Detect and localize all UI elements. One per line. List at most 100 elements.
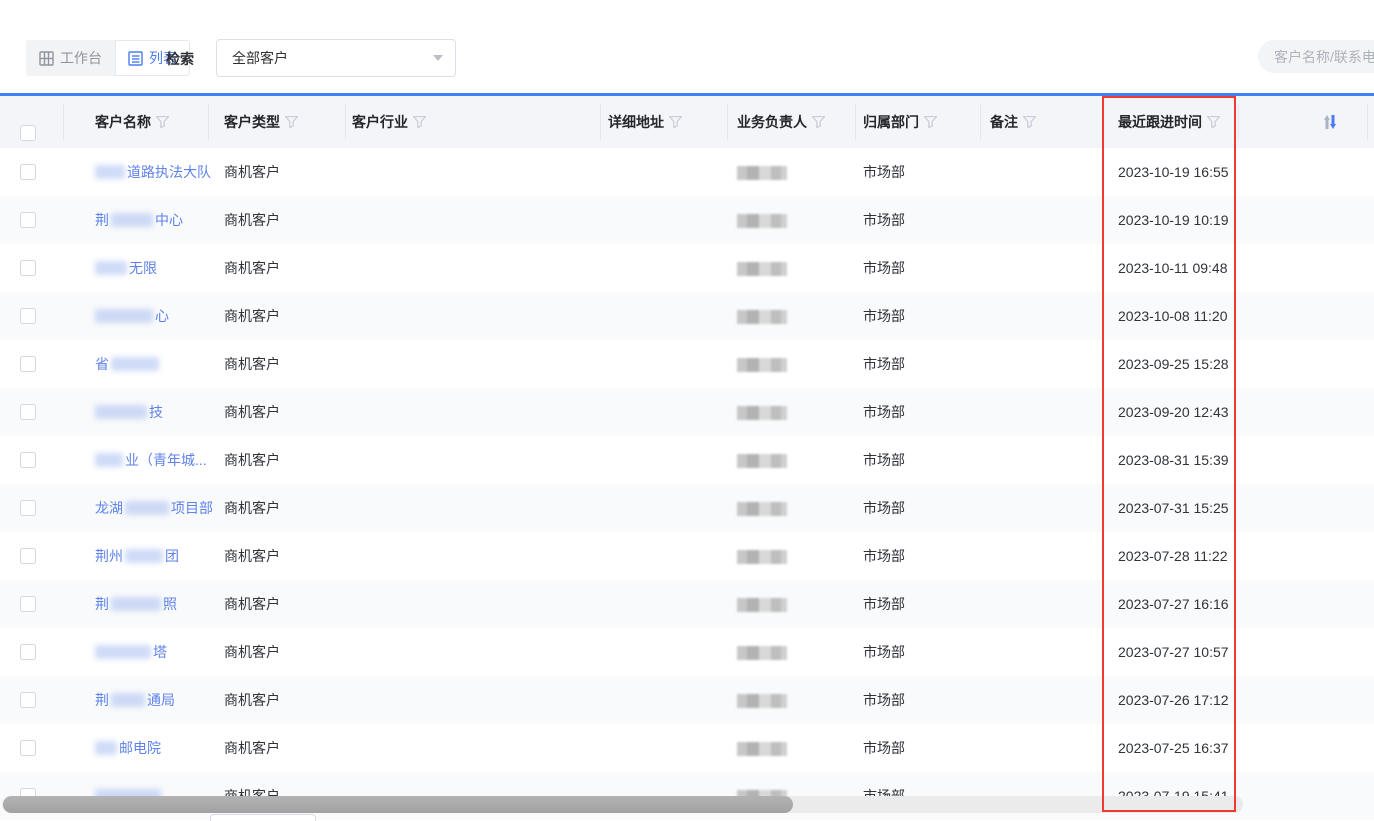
customer-name-link[interactable]: 道路执法大队 [95, 148, 211, 196]
department-cell: 市场部 [863, 196, 905, 244]
manager-cell [737, 436, 787, 484]
column-header-label: 备注 [990, 96, 1018, 148]
redacted-manager-block [737, 310, 787, 324]
table-row: 业（青年城...商机客户市场部2023-08-31 15:39 [0, 436, 1374, 484]
customer-name-link[interactable]: 荆照 [95, 580, 177, 628]
row-checkbox[interactable] [20, 596, 36, 612]
customer-name-text: 项目部 [171, 484, 213, 532]
filter-icon[interactable] [669, 116, 682, 128]
horizontal-scrollbar-track[interactable] [2, 796, 1243, 813]
manager-cell [737, 340, 787, 388]
row-checkbox[interactable] [20, 692, 36, 708]
department-cell: 市场部 [863, 532, 905, 580]
follow-time-cell: 2023-10-08 11:20 [1118, 292, 1228, 340]
row-checkbox[interactable] [20, 260, 36, 276]
manager-cell [737, 292, 787, 340]
page-size-select[interactable] [210, 814, 316, 821]
row-checkbox[interactable] [20, 644, 36, 660]
customer-name-link[interactable]: 心 [95, 292, 169, 340]
filter-icon[interactable] [413, 116, 426, 128]
column-header-label: 归属部门 [863, 96, 919, 148]
customer-type-cell: 商机客户 [224, 484, 280, 532]
department-cell: 市场部 [863, 292, 905, 340]
follow-time-cell: 2023-07-27 16:16 [1118, 580, 1229, 628]
table-row: 荆州团商机客户市场部2023-07-28 11:22 [0, 532, 1374, 580]
customer-list-page: 工作台 列表 检索 全部客户 客户名称客户类型客户行业详细地址业务负责人归属部门… [0, 0, 1374, 821]
customer-name-link[interactable]: 省 [95, 340, 159, 388]
customer-name-link[interactable]: 荆州团 [95, 532, 179, 580]
row-checkbox[interactable] [20, 404, 36, 420]
redacted-manager-block [737, 742, 787, 756]
table-row: 龙湖项目部商机客户市场部2023-07-31 15:25 [0, 484, 1374, 532]
department-cell: 市场部 [863, 676, 905, 724]
customer-name-link[interactable]: 荆中心 [95, 196, 183, 244]
department-cell: 市场部 [863, 724, 905, 772]
customer-name-text: 技 [149, 388, 163, 436]
customer-name-text: 心 [155, 292, 169, 340]
redacted-manager-block [737, 214, 787, 228]
row-checkbox[interactable] [20, 452, 36, 468]
customer-type-cell: 商机客户 [224, 724, 280, 772]
customer-name-text: 道路执法大队 [127, 148, 211, 196]
row-checkbox[interactable] [20, 500, 36, 516]
customer-name-link[interactable]: 邮电院 [95, 724, 161, 772]
department-cell: 市场部 [863, 580, 905, 628]
column-divider [1238, 104, 1239, 140]
table-row: 荆照商机客户市场部2023-07-27 16:16 [0, 580, 1374, 628]
select-all-checkbox[interactable] [20, 125, 36, 141]
column-divider [1103, 104, 1104, 140]
customer-name-link[interactable]: 塔 [95, 628, 167, 676]
redacted-manager-block [737, 694, 787, 708]
redacted-name-segment [111, 213, 153, 227]
redacted-name-segment [125, 549, 163, 563]
row-checkbox[interactable] [20, 164, 36, 180]
filter-icon[interactable] [924, 116, 937, 128]
filter-icon[interactable] [812, 116, 825, 128]
follow-time-cell: 2023-07-26 17:12 [1118, 676, 1229, 724]
manager-cell [737, 532, 787, 580]
follow-time-cell: 2023-10-11 09:48 [1118, 244, 1228, 292]
customer-name-link[interactable]: 技 [95, 388, 163, 436]
customer-type-cell: 商机客户 [224, 244, 280, 292]
department-cell: 市场部 [863, 436, 905, 484]
manager-cell [737, 676, 787, 724]
column-header-label: 客户类型 [224, 96, 280, 148]
row-checkbox[interactable] [20, 740, 36, 756]
sort-arrows-icon[interactable] [1322, 113, 1338, 131]
workbench-tab[interactable]: 工作台 [26, 40, 115, 76]
row-checkbox[interactable] [20, 548, 36, 564]
row-checkbox[interactable] [20, 356, 36, 372]
row-checkbox[interactable] [20, 212, 36, 228]
filter-icon[interactable] [1207, 116, 1220, 128]
search-section-label: 检索 [166, 49, 194, 69]
chevron-down-icon [433, 55, 443, 61]
table-row: 省商机客户市场部2023-09-25 15:28 [0, 340, 1374, 388]
workbench-grid-icon [39, 51, 54, 66]
customer-name-text: 荆 [95, 196, 109, 244]
redacted-name-segment [95, 261, 127, 275]
manager-cell [737, 580, 787, 628]
filter-icon[interactable] [156, 116, 169, 128]
filter-icon[interactable] [285, 116, 298, 128]
customer-name-link[interactable]: 荆通局 [95, 676, 175, 724]
redacted-manager-block [737, 454, 787, 468]
redacted-name-segment [95, 405, 147, 419]
customer-name-text: 荆 [95, 676, 109, 724]
row-checkbox[interactable] [20, 308, 36, 324]
column-header-label: 最近跟进时间 [1118, 96, 1202, 148]
follow-time-cell: 2023-07-27 10:57 [1118, 628, 1229, 676]
customer-name-text: 邮电院 [119, 724, 161, 772]
horizontal-scrollbar-thumb[interactable] [3, 796, 793, 813]
department-cell: 市场部 [863, 628, 905, 676]
customer-name-link[interactable]: 无限 [95, 244, 157, 292]
customer-name-text: 业（青年城... [125, 436, 207, 484]
customer-name-text: 中心 [155, 196, 183, 244]
filter-icon[interactable] [1023, 116, 1036, 128]
customer-name-link[interactable]: 业（青年城... [95, 436, 207, 484]
redacted-manager-block [737, 502, 787, 516]
table-row: 心商机客户市场部2023-10-08 11:20 [0, 292, 1374, 340]
search-input[interactable] [1258, 40, 1374, 73]
table-header: 客户名称客户类型客户行业详细地址业务负责人归属部门备注最近跟进时间 [0, 93, 1374, 148]
customer-filter-select[interactable]: 全部客户 [216, 39, 456, 77]
customer-name-link[interactable]: 龙湖项目部 [95, 484, 213, 532]
